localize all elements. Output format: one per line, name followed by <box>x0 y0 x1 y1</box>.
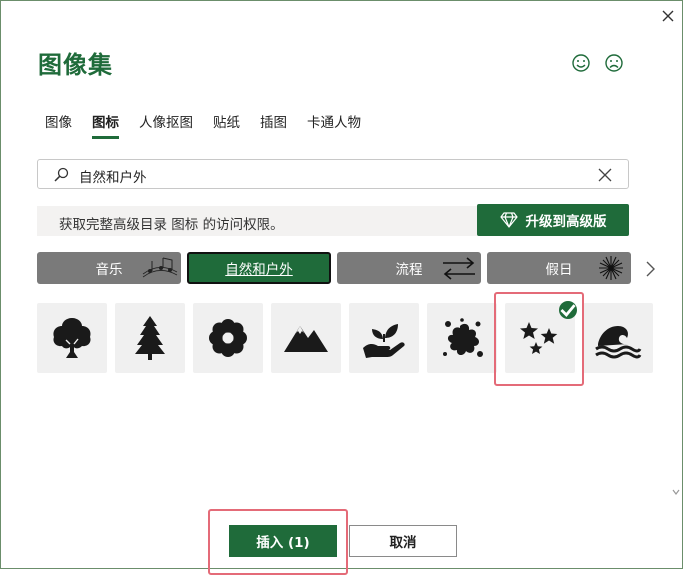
clear-search-icon[interactable] <box>598 168 612 182</box>
category-carousel: 音乐 自然和户外 流程 假日 <box>37 252 631 284</box>
diamond-icon <box>499 212 518 228</box>
pine-tree-icon <box>135 316 165 360</box>
upgrade-button[interactable]: 升级到高级版 <box>477 204 629 236</box>
category-music-label: 音乐 <box>95 262 123 278</box>
fireworks-icon <box>599 256 623 280</box>
icon-tile-mountains[interactable] <box>271 303 341 373</box>
category-holiday[interactable]: 假日 <box>487 252 631 284</box>
category-holiday-label: 假日 <box>545 262 573 278</box>
smile-feedback-icon[interactable] <box>571 53 591 73</box>
swap-arrows-icon <box>443 257 475 280</box>
tree-icon <box>53 318 91 358</box>
stars-icon <box>520 322 558 354</box>
category-nature-outdoors[interactable]: 自然和户外 <box>187 252 331 284</box>
icon-tile-tree[interactable] <box>37 303 107 373</box>
category-process[interactable]: 流程 <box>337 252 481 284</box>
premium-banner-text: 获取完整高级目录 图标 的访问权限。 <box>59 217 284 233</box>
icon-tile-splash[interactable] <box>427 303 497 373</box>
mountains-icon <box>284 326 328 352</box>
icon-tile-wave[interactable] <box>583 303 653 373</box>
flower-icon <box>209 319 247 357</box>
insert-button[interactable]: 插入 (1) <box>229 525 337 557</box>
category-nature-label: 自然和户外 <box>225 262 293 278</box>
icon-tile-hand-plant[interactable] <box>349 303 419 373</box>
hand-plant-icon <box>363 324 405 358</box>
category-music[interactable]: 音乐 <box>37 252 181 284</box>
splash-icon <box>443 318 483 357</box>
icon-tile-pine-tree[interactable] <box>115 303 185 373</box>
premium-banner: 获取完整高级目录 图标 的访问权限。 升级到高级版 <box>37 204 629 236</box>
scroll-down-icon[interactable] <box>671 487 681 497</box>
tab-cutout-people[interactable]: 人像抠图 <box>139 111 193 139</box>
search-icon <box>54 167 69 182</box>
image-collection-dialog: 图像集 图像 图标 人像抠图 贴纸 插图 卡通人物 自然和户外 获取完整高级目录… <box>0 0 683 575</box>
search-input[interactable]: 自然和户外 <box>37 159 629 189</box>
tab-bar: 图像 图标 人像抠图 贴纸 插图 卡通人物 <box>45 111 381 139</box>
dialog-title: 图像集 <box>38 51 113 79</box>
cancel-button[interactable]: 取消 <box>349 525 457 557</box>
tab-stickers[interactable]: 贴纸 <box>213 111 240 139</box>
category-process-label: 流程 <box>395 262 423 278</box>
tab-images[interactable]: 图像 <box>45 111 72 139</box>
close-button[interactable] <box>657 5 679 27</box>
music-notes-icon <box>142 257 178 278</box>
tab-cartoon-people[interactable]: 卡通人物 <box>307 111 361 139</box>
chevron-right-icon[interactable] <box>641 259 659 279</box>
upgrade-button-label: 升级到高级版 <box>525 214 607 230</box>
tab-illustrations[interactable]: 插图 <box>260 111 287 139</box>
wave-icon <box>595 326 642 359</box>
icon-tile-flower[interactable] <box>193 303 263 373</box>
frown-feedback-icon[interactable] <box>604 53 624 73</box>
icon-tile-stars[interactable] <box>505 301 577 373</box>
selected-check-icon <box>559 301 577 319</box>
close-icon <box>662 10 674 22</box>
tab-icons[interactable]: 图标 <box>92 111 119 139</box>
search-value[interactable]: 自然和户外 <box>79 166 147 186</box>
